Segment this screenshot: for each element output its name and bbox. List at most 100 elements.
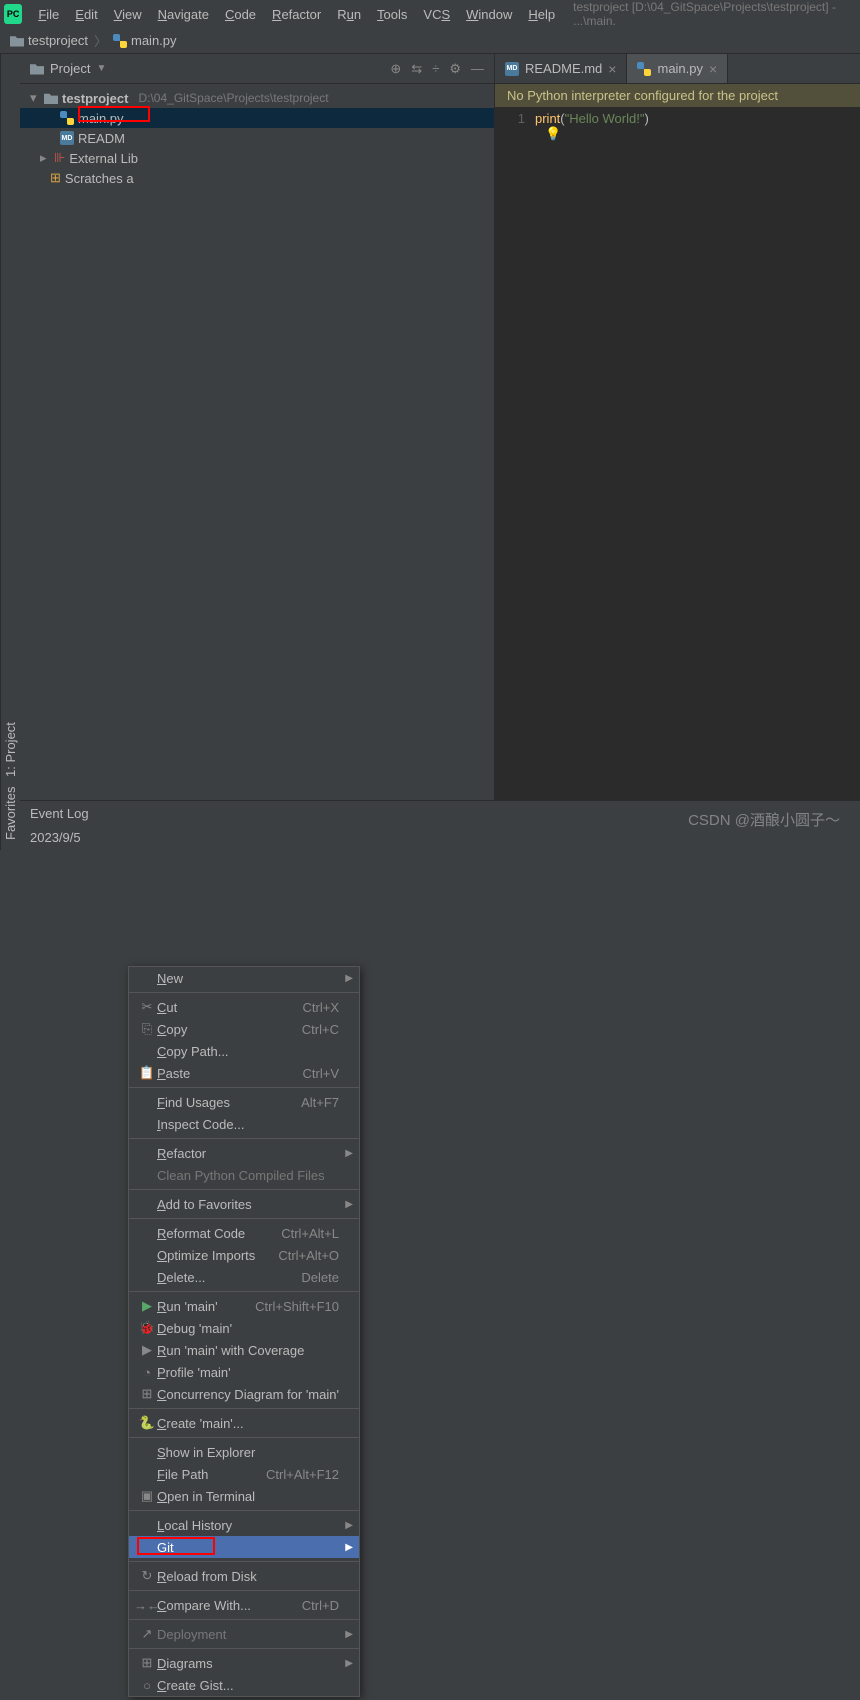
- file-menu-item-paste[interactable]: 📋PasteCtrl+V: [129, 1062, 359, 1084]
- menu-separator: [129, 1619, 359, 1620]
- tab-main[interactable]: main.py ×: [627, 54, 728, 83]
- file-menu-item-run-main[interactable]: ▶Run 'main'Ctrl+Shift+F10: [129, 1295, 359, 1317]
- editor-tabs: MD README.md × main.py ×: [495, 54, 860, 84]
- file-menu-item-compare-with[interactable]: →←Compare With...Ctrl+D: [129, 1594, 359, 1616]
- expand-icon[interactable]: ⇆: [411, 61, 422, 77]
- menu-view[interactable]: View: [106, 7, 150, 22]
- line-gutter: 1: [495, 111, 535, 850]
- file-menu-item-new[interactable]: New▶: [129, 967, 359, 989]
- sidebar-tab-favorites[interactable]: Favorites: [3, 787, 18, 840]
- file-menu-item-create-main[interactable]: 🐍Create 'main'...: [129, 1412, 359, 1434]
- tree-file-readme[interactable]: MD READM: [20, 128, 494, 148]
- menu-file[interactable]: File: [30, 7, 67, 22]
- python-file-icon: [637, 62, 651, 76]
- menu-item-label: Cut: [157, 1000, 283, 1015]
- watermark: CSDN @酒酿小圆子～: [688, 809, 840, 830]
- menu-help[interactable]: Help: [520, 7, 563, 22]
- chevron-right-icon[interactable]: ▸: [40, 150, 50, 166]
- folder-icon: [10, 35, 24, 47]
- sidebar-tab-project[interactable]: 1: Project: [3, 722, 18, 777]
- tree-root[interactable]: ▾ testproject D:\04_GitSpace\Projects\te…: [20, 88, 494, 108]
- code-editor[interactable]: 1 print("Hello World!") 💡: [495, 107, 860, 850]
- menu-edit[interactable]: Edit: [67, 7, 105, 22]
- menu-refactor[interactable]: Refactor: [264, 7, 329, 22]
- scratches-icon: ⊞: [50, 170, 61, 186]
- menu-item-label: Local History: [157, 1518, 339, 1533]
- submenu-arrow-icon: ▶: [345, 1542, 353, 1553]
- folder-icon: [30, 63, 44, 75]
- tree-scratches[interactable]: ⊞ Scratches a: [20, 168, 494, 188]
- file-menu-item-file-path[interactable]: File PathCtrl+Alt+F12: [129, 1463, 359, 1485]
- file-menu-item-profile-main[interactable]: ◔Profile 'main': [129, 1361, 359, 1383]
- file-menu-item-local-history[interactable]: Local History ▶: [129, 1514, 359, 1536]
- menu-navigate[interactable]: Navigate: [150, 7, 217, 22]
- menu-item-icon: ✂: [137, 999, 157, 1015]
- menu-separator: [129, 1189, 359, 1190]
- menu-item-label: Reload from Disk: [157, 1569, 339, 1584]
- menu-item-icon: ⊞: [137, 1386, 157, 1402]
- menubar: PC File Edit View Navigate Code Refactor…: [0, 0, 860, 28]
- submenu-arrow-icon: ▶: [345, 1520, 353, 1531]
- menu-item-label: Inspect Code...: [157, 1117, 339, 1132]
- highlight-box: [137, 1537, 215, 1555]
- file-menu-item-open-in-terminal[interactable]: ▣Open in Terminal: [129, 1485, 359, 1507]
- menu-item-icon: 🐞: [137, 1320, 157, 1336]
- collapse-icon[interactable]: ÷: [432, 61, 439, 77]
- target-icon[interactable]: ⊕: [390, 61, 401, 77]
- file-menu-item-deployment: ↗Deployment▶: [129, 1623, 359, 1645]
- menu-item-label: Delete...: [157, 1270, 281, 1285]
- settings-icon[interactable]: ⚙: [449, 61, 461, 77]
- menu-item-icon: 🐍: [137, 1415, 157, 1431]
- left-toolbar: Favorites 1: Project: [0, 54, 20, 850]
- menu-item-shortcut: Ctrl+Alt+O: [278, 1248, 339, 1263]
- file-menu-item-delete[interactable]: Delete...Delete: [129, 1266, 359, 1288]
- intention-bulb-icon[interactable]: 💡: [545, 126, 860, 142]
- menu-item-label: Run 'main' with Coverage: [157, 1343, 339, 1358]
- context-menu-file: New▶ ✂CutCtrl+X⎘CopyCtrl+CCopy Path...📋Pa…: [128, 966, 360, 1697]
- menu-item-label: Debug 'main': [157, 1321, 339, 1336]
- file-menu-item-copy-path[interactable]: Copy Path...: [129, 1040, 359, 1062]
- file-menu-item-inspect-code[interactable]: Inspect Code...: [129, 1113, 359, 1135]
- tree-external-libs[interactable]: ▸ ⊪ External Lib: [20, 148, 494, 168]
- file-menu-item-debug-main[interactable]: 🐞Debug 'main': [129, 1317, 359, 1339]
- close-icon[interactable]: ×: [709, 61, 717, 77]
- menu-item-label: Find Usages: [157, 1095, 281, 1110]
- project-tree: ▾ testproject D:\04_GitSpace\Projects\te…: [20, 84, 494, 850]
- file-menu-item-reload-from-disk[interactable]: ↻Reload from Disk: [129, 1565, 359, 1587]
- menu-window[interactable]: Window: [458, 7, 520, 22]
- file-menu-item-add-to-favorites[interactable]: Add to Favorites▶: [129, 1193, 359, 1215]
- file-menu-item-show-in-explorer[interactable]: Show in Explorer: [129, 1441, 359, 1463]
- menu-code[interactable]: Code: [217, 7, 264, 22]
- menu-item-icon: ⎘: [137, 1021, 157, 1037]
- highlight-main-py: [78, 106, 150, 122]
- menu-item-label: Add to Favorites: [157, 1197, 339, 1212]
- file-menu-item-cut[interactable]: ✂CutCtrl+X: [129, 996, 359, 1018]
- breadcrumb-project[interactable]: testproject: [10, 33, 88, 48]
- interpreter-warning[interactable]: No Python interpreter configured for the…: [495, 84, 860, 107]
- close-icon[interactable]: ×: [608, 61, 616, 77]
- file-menu-item-reformat-code[interactable]: Reformat CodeCtrl+Alt+L: [129, 1222, 359, 1244]
- file-menu-item-run-main-with-coverage[interactable]: ▶Run 'main' with Coverage: [129, 1339, 359, 1361]
- file-menu-item-refactor[interactable]: Refactor▶: [129, 1142, 359, 1164]
- menu-separator: [129, 1408, 359, 1409]
- menu-item-icon: ↻: [137, 1568, 157, 1584]
- menu-vcs[interactable]: VCS: [415, 7, 458, 22]
- file-menu-item-create-gist[interactable]: ○Create Gist...: [129, 1674, 359, 1696]
- python-file-icon: [113, 34, 127, 48]
- chevron-down-icon[interactable]: ▾: [30, 90, 40, 106]
- menu-run[interactable]: Run: [329, 7, 369, 22]
- markdown-file-icon: MD: [60, 131, 74, 145]
- file-menu-item-find-usages[interactable]: Find UsagesAlt+F7: [129, 1091, 359, 1113]
- window-title: testproject [D:\04_GitSpace\Projects\tes…: [573, 0, 856, 28]
- file-menu-item-copy[interactable]: ⎘CopyCtrl+C: [129, 1018, 359, 1040]
- file-menu-item-concurrency-diagram-for-main[interactable]: ⊞Concurrency Diagram for 'main': [129, 1383, 359, 1405]
- project-panel: Project ▼ ⊕ ⇆ ÷ ⚙ — ▾ testproject D:\04_…: [20, 54, 495, 850]
- tab-readme[interactable]: MD README.md ×: [495, 54, 627, 83]
- menu-tools[interactable]: Tools: [369, 7, 415, 22]
- menu-item-label: Show in Explorer: [157, 1445, 339, 1460]
- hide-icon[interactable]: —: [471, 61, 484, 77]
- file-menu-item-optimize-imports[interactable]: Optimize ImportsCtrl+Alt+O: [129, 1244, 359, 1266]
- breadcrumb-file[interactable]: main.py: [113, 33, 177, 48]
- dropdown-icon[interactable]: ▼: [96, 63, 106, 74]
- file-menu-item-diagrams[interactable]: ⊞Diagrams▶: [129, 1652, 359, 1674]
